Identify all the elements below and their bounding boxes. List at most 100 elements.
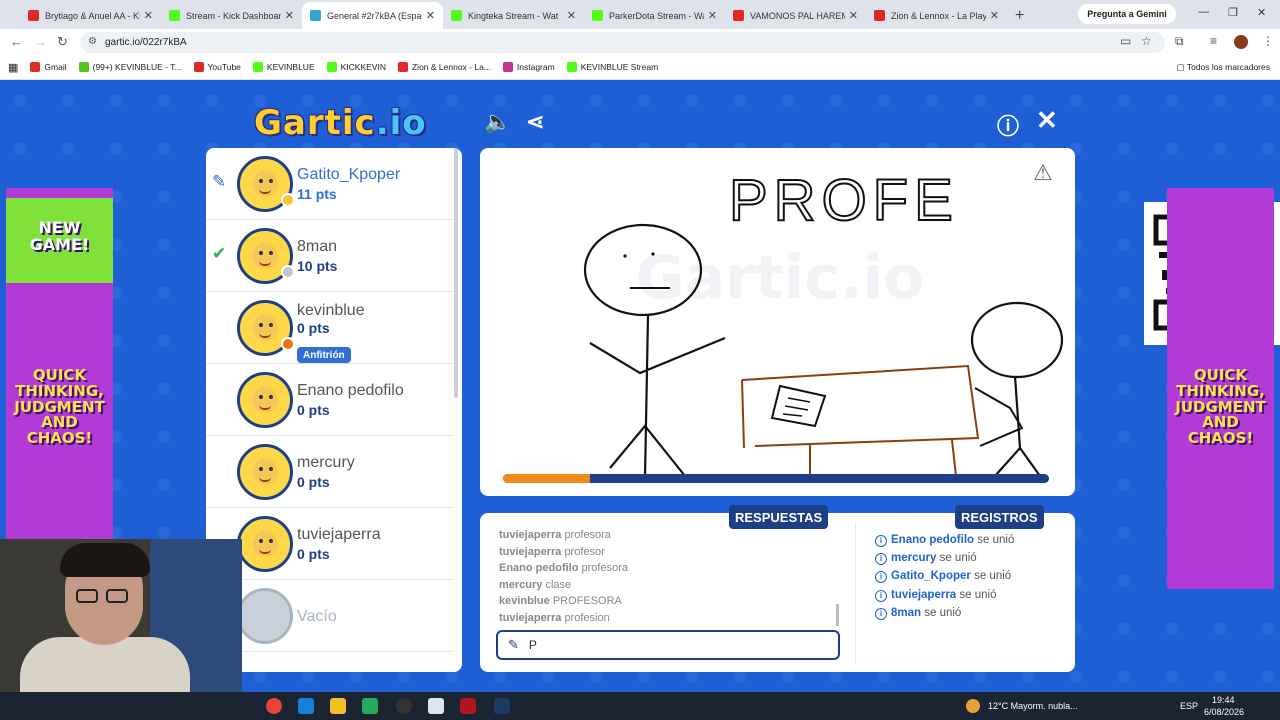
game-taskbar-icon[interactable]: [460, 698, 476, 714]
log-user: Gatito_Kpoper: [891, 570, 971, 583]
profile-avatar[interactable]: [1234, 35, 1248, 49]
back-icon[interactable]: ←: [10, 34, 23, 49]
explorer-taskbar-icon[interactable]: [330, 698, 346, 714]
weather-text[interactable]: 12°C Mayorm. nubla...: [988, 701, 1078, 711]
tab-answers[interactable]: RESPUESTAS: [729, 505, 829, 529]
browser-tab[interactable]: ParkerDota Stream - Watc ✕: [584, 2, 725, 29]
right-ad-banner[interactable]: QUICK THINKING, JUDGMENT AND CHAOS!: [1167, 188, 1274, 589]
player-row[interactable]: mercury 0 pts: [206, 436, 454, 508]
share-icon[interactable]: ⋖: [526, 109, 544, 135]
tab-close-icon[interactable]: ✕: [426, 9, 435, 22]
language-indicator[interactable]: ESP: [1180, 701, 1198, 711]
player-row[interactable]: ✔ 8man 10 pts: [206, 220, 454, 292]
bookmark-item[interactable]: YouTube: [193, 62, 241, 72]
chat-panel: RESPUESTAS REGISTROS tuviejaperra profes…: [480, 505, 1075, 672]
bookmark-item[interactable]: KEVINBLUE: [252, 62, 315, 72]
bookmark-item[interactable]: Gmail: [30, 62, 67, 72]
tab-close-icon[interactable]: ✕: [567, 9, 576, 22]
cast-icon[interactable]: ▭: [1120, 34, 1131, 48]
player-row[interactable]: Vacío: [206, 580, 454, 652]
player-name: 8man: [297, 238, 338, 255]
gemini-button[interactable]: Pregunta a Gemini: [1078, 4, 1176, 24]
info-icon[interactable]: ⓘ: [997, 109, 1019, 141]
steam-taskbar-icon[interactable]: [494, 698, 510, 714]
log-user: 8man: [891, 606, 922, 619]
forward-icon[interactable]: →: [34, 34, 47, 49]
tab-close-icon[interactable]: ✕: [144, 9, 153, 22]
answers-list: tuviejaperra profesora tuviejaperra profe…: [499, 527, 839, 627]
new-tab-button[interactable]: +: [1015, 2, 1024, 29]
extensions-icon[interactable]: ⧉: [1175, 34, 1184, 49]
tab-close-icon[interactable]: ✕: [285, 9, 294, 22]
tab-close-icon[interactable]: ✕: [708, 9, 717, 22]
browser-tab[interactable]: VAMONOS PAL HAREM RE ✕: [725, 2, 866, 29]
answer-text: clase: [545, 578, 572, 591]
bookmark-label: KICKKEVIN: [340, 62, 386, 72]
bookmark-item[interactable]: KEVINBLUE Stream: [566, 62, 658, 72]
exit-icon[interactable]: ✕: [1036, 105, 1058, 136]
sound-icon[interactable]: 🔈: [484, 109, 511, 135]
bookmark-favicon-icon: [78, 62, 89, 72]
tab-close-icon[interactable]: ✕: [990, 9, 999, 22]
log-line: i 8man se unió: [875, 604, 1014, 622]
app-taskbar-icon[interactable]: [428, 698, 444, 714]
guess-input[interactable]: ✎ P: [496, 630, 840, 660]
tab-title: General #2r7kBA (Españo: [327, 10, 422, 21]
weather-icon[interactable]: [966, 699, 980, 713]
tab-favicon-icon: [592, 10, 603, 21]
player-row[interactable]: Enano pedofilo 0 pts: [206, 364, 454, 436]
answer-text: PROFESORA: [552, 595, 622, 608]
svg-text:Gartic.io: Gartic.io: [636, 243, 925, 313]
bookmark-item[interactable]: (99+) KEVINBLUE - T...: [78, 62, 182, 72]
bookmark-label: Instagram: [516, 62, 555, 72]
bookmark-item[interactable]: Instagram: [502, 62, 555, 72]
player-list-scrollbar[interactable]: [454, 148, 458, 398]
close-window-icon[interactable]: ✕: [1257, 6, 1266, 19]
site-info-icon[interactable]: ⚙: [88, 36, 97, 47]
answer-user: tuviejaperra: [499, 611, 562, 624]
answer-text: profesora: [581, 562, 628, 575]
player-name: Gatito_Kpoper: [297, 166, 401, 183]
bookmark-label: YouTube: [207, 62, 241, 72]
all-bookmarks[interactable]: ▢ Todos los marcadores: [1177, 62, 1270, 73]
minimize-icon[interactable]: —: [1198, 6, 1209, 18]
answer-user: kevinblue: [499, 595, 550, 608]
apps-icon[interactable]: ▦: [8, 61, 18, 74]
drawing-canvas[interactable]: Gartic.io PROFE ⚠: [480, 148, 1075, 496]
bookmark-label: Gmail: [44, 62, 67, 72]
left-ad-banner[interactable]: NEW GAME! QUICK THINKING, JUDGMENT AND C…: [6, 188, 113, 589]
player-row[interactable]: tuviejaperra 0 pts: [206, 508, 454, 580]
reload-icon[interactable]: ↻: [57, 34, 68, 50]
obs-taskbar-icon[interactable]: [396, 698, 412, 714]
player-row[interactable]: kevinblue 0 pts Anfitrión: [206, 292, 454, 364]
report-warning-icon[interactable]: ⚠: [1033, 160, 1053, 186]
browser-tab[interactable]: Zion & Lennox - La Player ✕: [866, 2, 1007, 29]
tab-favicon-icon: [451, 10, 462, 21]
answers-scrollbar[interactable]: [836, 604, 839, 626]
browser-tab[interactable]: General #2r7kBA (Españo ✕: [302, 2, 443, 29]
browser-tab[interactable]: Kingteka Stream - Wat ✕: [443, 2, 584, 29]
browser-tab[interactable]: Stream - Kick Dashboard ✕: [161, 2, 302, 29]
player-row[interactable]: ✎ Gatito_Kpoper 11 pts: [206, 148, 454, 220]
bookmark-star-icon[interactable]: ☆: [1141, 34, 1152, 48]
chrome-taskbar-icon[interactable]: [266, 698, 282, 714]
clock-time[interactable]: 19:44: [1212, 695, 1235, 705]
player-name: tuviejaperra: [297, 526, 381, 543]
tab-logs[interactable]: REGISTROS: [955, 505, 1044, 529]
player-points: 10 pts: [297, 258, 338, 274]
tab-close-icon[interactable]: ✕: [849, 9, 858, 22]
log-text: se unió: [939, 552, 977, 565]
bookmark-favicon-icon: [566, 62, 577, 72]
bookmark-item[interactable]: KICKKEVIN: [326, 62, 386, 72]
media-icon[interactable]: ≡: [1210, 34, 1217, 48]
edge-taskbar-icon[interactable]: [298, 698, 314, 714]
address-bar[interactable]: ⚙ gartic.io/022r7kBA: [80, 32, 1165, 53]
store-taskbar-icon[interactable]: [362, 698, 378, 714]
browser-tab[interactable]: Brytiago & Anuel AA - KIL ✕: [20, 2, 161, 29]
menu-icon[interactable]: ⋮: [1262, 34, 1274, 48]
ad-tagline-right: QUICK THINKING, JUDGMENT AND CHAOS!: [1175, 366, 1266, 447]
clock-date[interactable]: 6/08/2026: [1204, 707, 1244, 717]
drawing: Gartic.io PROFE: [583, 167, 1064, 479]
bookmark-item[interactable]: Zion & Lennox - La...: [397, 62, 491, 72]
maximize-icon[interactable]: ❐: [1228, 6, 1238, 19]
